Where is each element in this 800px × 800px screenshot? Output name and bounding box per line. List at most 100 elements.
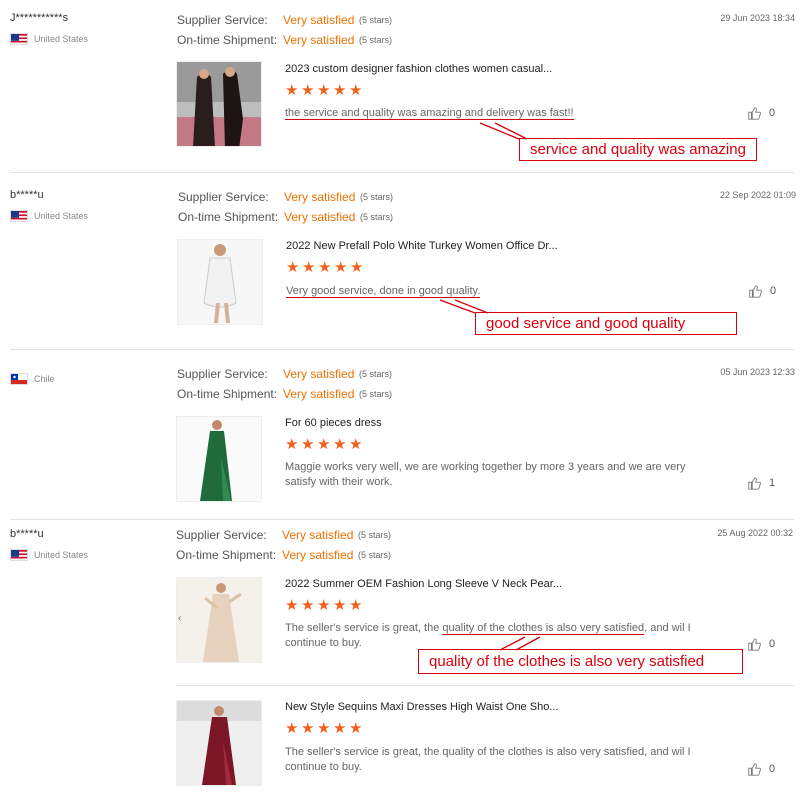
leader-line [439, 299, 476, 314]
star-icon: ★ [333, 720, 347, 737]
highlighted-comment: quality of the clothes is also very sati… [442, 622, 645, 635]
product-title[interactable]: 2023 custom designer fashion clothes wom… [285, 63, 552, 75]
star-icon: ★ [349, 720, 363, 737]
product-image[interactable] [176, 577, 262, 663]
country-label: Chile [34, 374, 55, 384]
thumbs-up-icon [749, 285, 762, 298]
comment-part: The seller's service is great, the [285, 622, 443, 634]
like-button[interactable]: 0 [747, 106, 775, 120]
country-label: United States [34, 34, 89, 44]
product-star-rating: ★ ★ ★ ★ ★ [286, 259, 363, 276]
supplier-rating: Very satisfied [284, 190, 356, 204]
shipment-stars-count: (5 stars) [359, 389, 393, 399]
us-flag-icon [10, 210, 28, 222]
product-star-rating: ★ ★ ★ ★ ★ [285, 436, 363, 453]
shipment-rating: Very satisfied [283, 33, 355, 47]
product-title[interactable]: For 60 pieces dress [285, 417, 382, 429]
star-icon: ★ [317, 720, 331, 737]
shipment-rating: Very satisfied [283, 387, 355, 401]
like-button[interactable]: 0 [747, 762, 775, 776]
like-count: 1 [769, 477, 776, 489]
reviewer-name: b*****u [10, 528, 44, 540]
chile-flag-icon [10, 373, 28, 385]
review-date: 22 Sep 2022 01:09 [719, 190, 796, 200]
star-icon: ★ [301, 597, 315, 614]
star-icon: ★ [333, 436, 347, 453]
star-icon: ★ [349, 82, 363, 99]
product-image[interactable] [176, 61, 262, 147]
star-icon: ★ [318, 259, 332, 276]
supplier-service-label: Supplier Service: [176, 528, 267, 542]
shipment-label: On-time Shipment: [176, 548, 277, 562]
supplier-rating: Very satisfied [282, 528, 354, 542]
product-title[interactable]: New Style Sequins Maxi Dresses High Wais… [285, 701, 558, 713]
product-title[interactable]: 2022 Summer OEM Fashion Long Sleeve V Ne… [285, 578, 562, 590]
shipment-label: On-time Shipment: [177, 33, 278, 47]
shipment-label: On-time Shipment: [177, 387, 278, 401]
supplier-stars-count: (5 stars) [359, 15, 393, 25]
review-comment: Maggie works very well, we are working t… [285, 461, 686, 488]
star-icon: ★ [317, 82, 331, 99]
leader-line [479, 122, 520, 140]
star-icon: ★ [334, 259, 348, 276]
like-count: 0 [769, 763, 776, 775]
star-icon: ★ [301, 720, 315, 737]
thumbs-up-icon [748, 107, 761, 120]
annotation-box: good service and good quality [475, 312, 737, 335]
product-image[interactable] [176, 700, 262, 786]
like-button[interactable]: 0 [748, 284, 776, 298]
star-icon: ★ [349, 436, 363, 453]
shipment-stars-count: (5 stars) [360, 212, 394, 222]
review-date: 25 Aug 2022 00:32 [717, 528, 793, 538]
star-icon: ★ [349, 597, 363, 614]
shipment-stars-count: (5 stars) [359, 35, 393, 45]
star-icon: ★ [317, 597, 331, 614]
review-comment: the service and quality was amazing and … [285, 106, 710, 121]
reviewer-country: Chile [10, 373, 55, 385]
star-icon: ★ [302, 259, 316, 276]
supplier-rating: Very satisfied [283, 367, 355, 381]
country-label: United States [34, 211, 89, 221]
like-button[interactable]: 0 [747, 637, 775, 651]
star-icon: ★ [285, 436, 299, 453]
like-count: 0 [770, 285, 777, 297]
carousel-prev-icon[interactable]: ‹ [178, 613, 181, 624]
star-icon: ★ [333, 597, 347, 614]
reviewer-name: J***********s [10, 12, 69, 24]
country-label: United States [34, 550, 89, 560]
like-button[interactable]: 1 [747, 476, 775, 490]
shipment-label: On-time Shipment: [178, 210, 279, 224]
thumbs-up-icon [748, 638, 761, 651]
product-star-rating: ★ ★ ★ ★ ★ [285, 597, 363, 614]
review-comment: The seller's service is great, the quali… [285, 621, 710, 651]
thumbs-up-icon [748, 477, 761, 490]
star-icon: ★ [301, 82, 315, 99]
product-image[interactable] [176, 416, 262, 502]
star-icon: ★ [285, 82, 299, 99]
star-icon: ★ [317, 436, 331, 453]
star-icon: ★ [286, 259, 300, 276]
supplier-rating: Very satisfied [283, 13, 355, 27]
review-divider [10, 519, 795, 520]
star-icon: ★ [285, 597, 299, 614]
reviewer-country: United States [10, 210, 88, 222]
supplier-service-label: Supplier Service: [177, 13, 268, 27]
review-divider [10, 349, 795, 350]
supplier-stars-count: (5 stars) [358, 530, 392, 540]
star-icon: ★ [333, 82, 347, 99]
annotation-box: quality of the clothes is also very sati… [418, 649, 743, 674]
star-icon: ★ [301, 436, 315, 453]
thumbs-up-icon [748, 763, 761, 776]
product-star-rating: ★ ★ ★ ★ ★ [285, 720, 363, 737]
review-comment: Very good service, done in good quality. [286, 284, 711, 299]
product-image[interactable] [177, 239, 263, 325]
like-count: 0 [769, 107, 776, 119]
us-flag-icon [10, 549, 28, 561]
product-title[interactable]: 2022 New Prefall Polo White Turkey Women… [286, 240, 558, 252]
leader-line [494, 122, 528, 140]
supplier-service-label: Supplier Service: [178, 190, 269, 204]
supplier-stars-count: (5 stars) [360, 192, 394, 202]
shipment-rating: Very satisfied [284, 210, 356, 224]
us-flag-icon [10, 33, 28, 45]
shipment-rating: Very satisfied [282, 548, 354, 562]
